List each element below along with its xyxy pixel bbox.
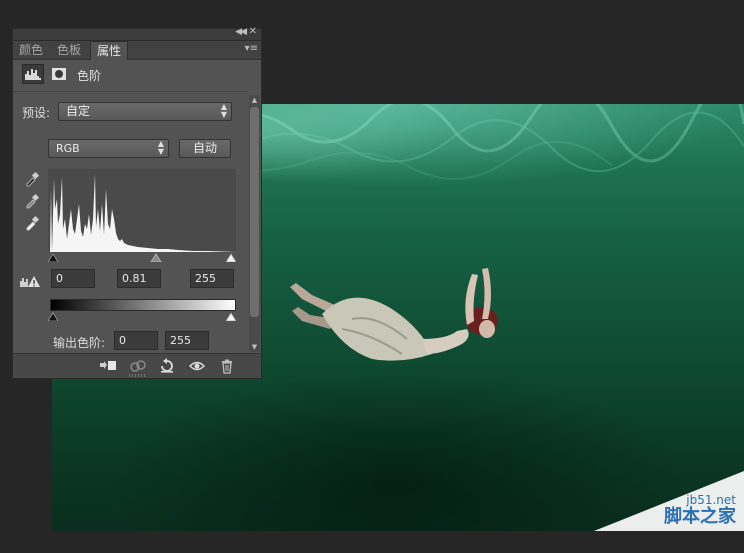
tab-color[interactable]: 颜色 xyxy=(13,41,49,59)
trash-icon[interactable] xyxy=(219,358,235,374)
preset-label: 预设: xyxy=(22,106,51,120)
levels-histogram[interactable] xyxy=(48,169,236,252)
black-point-eyedropper-icon[interactable] xyxy=(24,171,40,187)
collapse-panel-icon[interactable]: ◀◀ xyxy=(235,27,247,37)
panel-resize-grip[interactable] xyxy=(129,374,145,377)
input-gamma-slider-handle xyxy=(150,253,162,262)
white-point-eyedropper-icon[interactable] xyxy=(24,215,40,231)
clip-to-layer-icon[interactable] xyxy=(99,358,116,374)
adjustment-title: 色阶 xyxy=(77,69,102,83)
channel-value: RGB xyxy=(56,142,80,155)
scroll-down-icon[interactable]: ▼ xyxy=(249,342,260,352)
preset-value: 自定 xyxy=(66,104,91,118)
divider xyxy=(13,91,248,92)
underwater-girl-figure xyxy=(290,268,498,361)
panel-scrollbar[interactable]: ▲ ▼ xyxy=(249,95,260,352)
input-white-slider-handle xyxy=(225,253,236,262)
channel-dropdown[interactable]: RGB ▲ ▼ xyxy=(48,139,169,158)
output-levels-slider[interactable] xyxy=(48,312,236,321)
watermark-name: 脚本之家 xyxy=(664,506,736,527)
view-previous-icon[interactable] xyxy=(129,358,146,374)
output-white-field[interactable]: 255 xyxy=(165,331,209,350)
tab-swatches[interactable]: 色板 xyxy=(51,41,87,59)
gray-point-eyedropper-icon[interactable] xyxy=(24,193,40,209)
output-white-slider-handle xyxy=(225,312,236,321)
input-white-field[interactable]: 255 xyxy=(190,269,234,288)
jb51-watermark: jb51.net 脚本之家 xyxy=(594,471,744,531)
auto-button[interactable]: 自动 xyxy=(179,139,231,158)
dropdown-arrows-icon: ▲ ▼ xyxy=(157,139,164,156)
input-levels-slider[interactable] xyxy=(48,253,236,262)
panel-footer xyxy=(13,353,261,378)
layer-mask-icon[interactable] xyxy=(48,64,70,84)
scroll-up-icon[interactable]: ▲ xyxy=(249,95,260,105)
scroll-thumb[interactable] xyxy=(250,107,259,317)
preset-dropdown[interactable]: 自定 ▲ ▼ xyxy=(58,102,232,121)
output-black-slider-handle xyxy=(48,312,59,321)
close-panel-icon[interactable]: ✕ xyxy=(249,26,257,37)
dropdown-arrows-icon: ▲ ▼ xyxy=(220,102,227,119)
tab-properties[interactable]: 属性 xyxy=(90,41,129,60)
output-gradient-bar xyxy=(50,299,236,311)
input-black-slider-handle xyxy=(48,253,59,262)
output-black-field[interactable]: 0 xyxy=(114,331,158,350)
reset-icon[interactable] xyxy=(159,358,175,374)
levels-histogram-icon[interactable] xyxy=(22,64,44,84)
properties-panel: ◀◀ ✕ 颜色 色板 属性 ▾≡ 色阶 预设: 自定 ▲ ▼ RGB ▲ ▼ 自动 xyxy=(12,26,262,379)
adjustment-header: 色阶 xyxy=(13,60,261,88)
visibility-eye-icon[interactable] xyxy=(189,358,205,374)
clipping-warning-icon[interactable] xyxy=(19,275,41,289)
panel-menu-icon[interactable]: ▾≡ xyxy=(245,43,258,54)
output-levels-label: 输出色阶: xyxy=(53,336,106,350)
input-black-field[interactable]: 0 xyxy=(51,269,95,288)
input-gamma-field[interactable]: 0.81 xyxy=(117,269,161,288)
panel-titlebar: ◀◀ ✕ xyxy=(13,26,261,41)
panel-tabbar: 颜色 色板 属性 ▾≡ xyxy=(13,41,261,60)
